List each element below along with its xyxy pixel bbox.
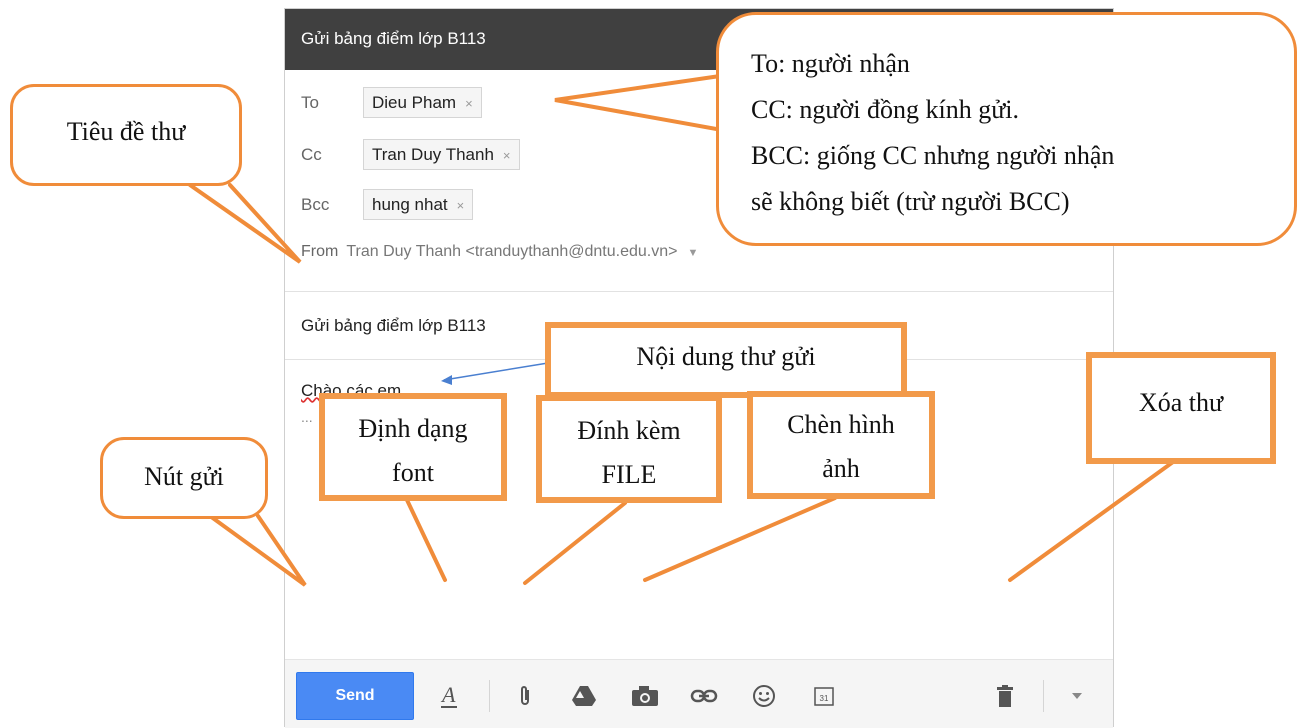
body-callout-text: Nội dung thư gửi (636, 342, 816, 371)
image-callout: Chèn hình ảnh (747, 391, 935, 499)
format-callout-line: Định dạng (358, 414, 468, 443)
format-callout: Định dạng font (319, 393, 507, 501)
subject-callout: Tiêu đề thư (10, 84, 242, 186)
format-callout-line: font (392, 458, 434, 487)
image-callout-line: ảnh (822, 454, 860, 483)
subject-callout-text: Tiêu đề thư (66, 117, 186, 146)
send-callout: Nút gửi (100, 437, 268, 519)
recipients-line: sẽ không biết (trừ người BCC) (751, 187, 1070, 216)
delete-callout-text: Xóa thư (1138, 388, 1224, 417)
send-callout-text: Nút gửi (144, 462, 224, 491)
attach-callout-line: FILE (601, 460, 657, 489)
attach-callout-line: Đính kèm (577, 416, 681, 445)
recipients-line: BCC: giống CC nhưng người nhận (751, 141, 1115, 170)
delete-callout: Xóa thư (1086, 352, 1276, 464)
body-callout: Nội dung thư gửi (545, 322, 907, 398)
image-callout-line: Chèn hình (787, 410, 895, 439)
recipients-line: CC: người đồng kính gửi. (751, 95, 1020, 124)
recipients-callout: To: người nhận CC: người đồng kính gửi. … (716, 12, 1297, 246)
attach-callout: Đính kèm FILE (536, 395, 722, 503)
recipients-line: To: người nhận (751, 49, 910, 78)
